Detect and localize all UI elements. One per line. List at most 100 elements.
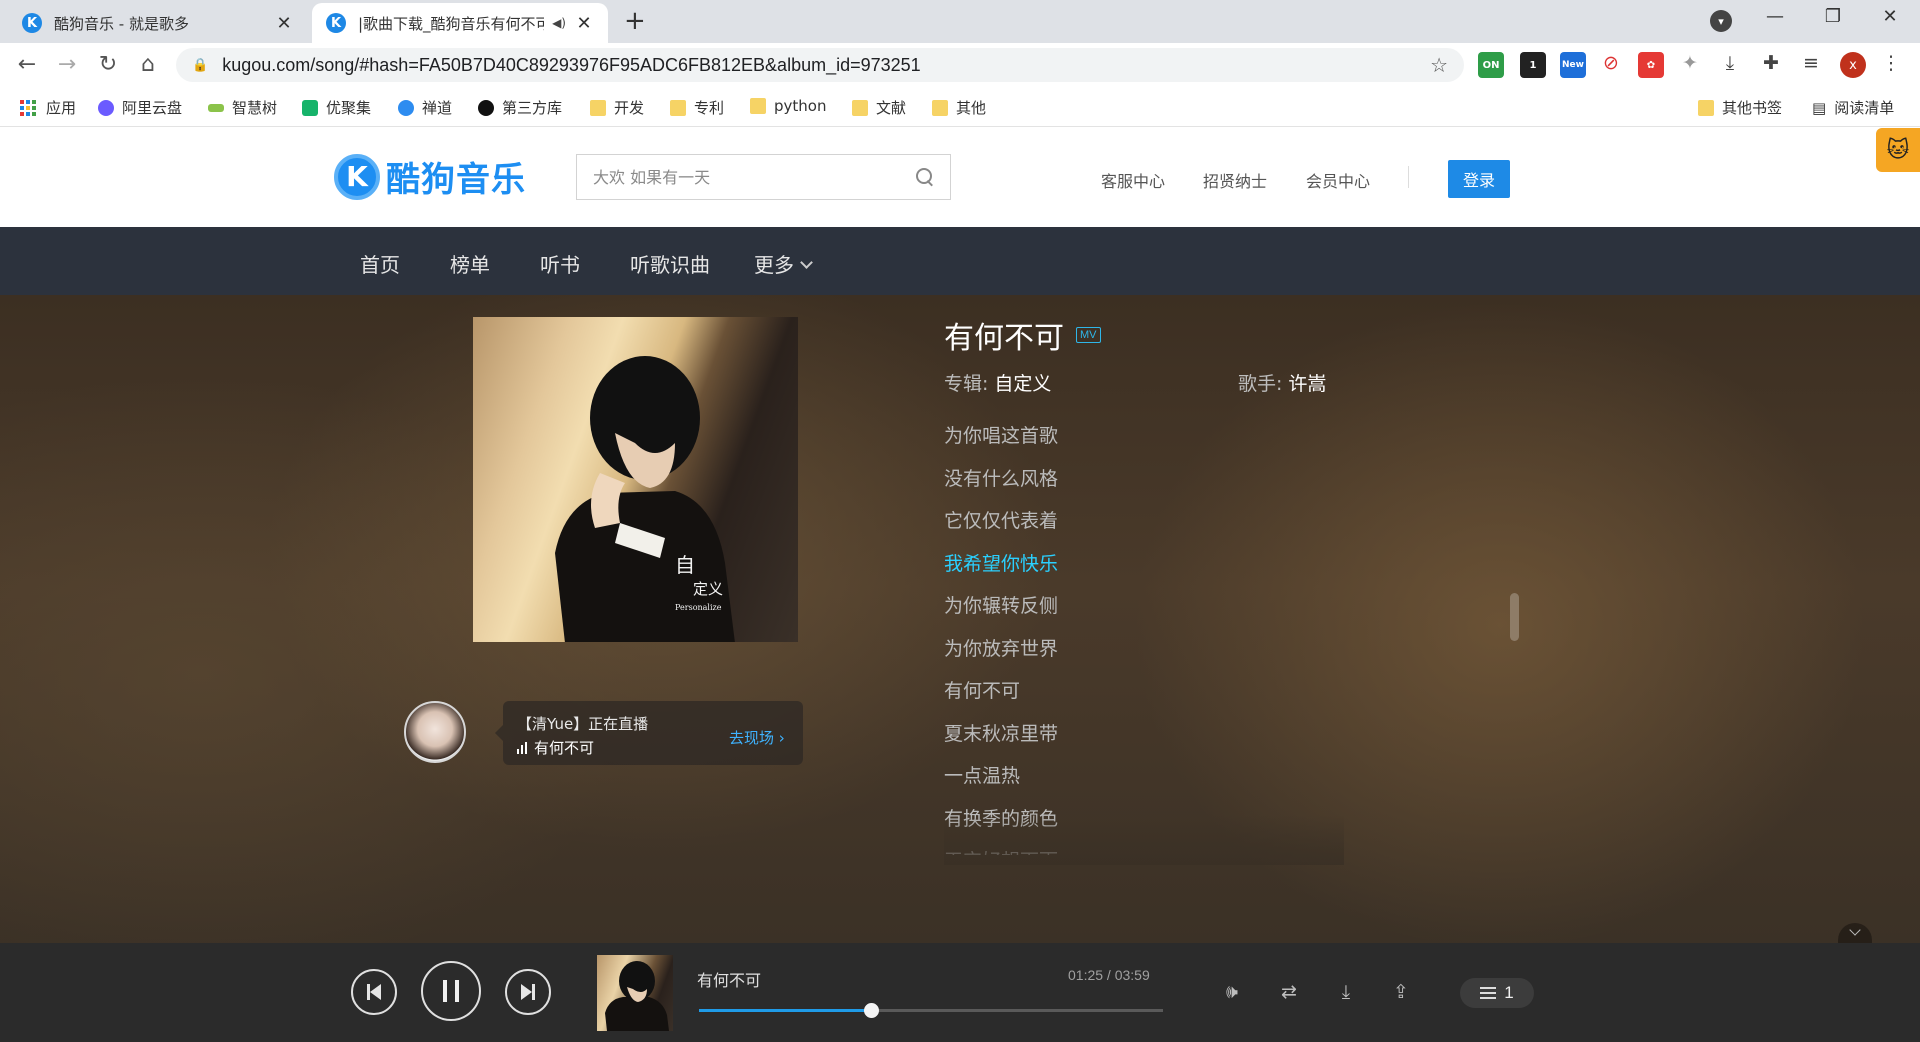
previous-button[interactable] xyxy=(351,969,397,1015)
lyric-line: 一点温热 xyxy=(944,765,1021,787)
speaker-icon[interactable]: ◀) xyxy=(552,16,566,30)
search-input[interactable] xyxy=(593,167,916,187)
mini-album-cover[interactable] xyxy=(597,955,673,1031)
anchor-avatar[interactable] xyxy=(404,701,466,763)
bookmark-folder-other[interactable]: 其他 xyxy=(932,97,986,118)
share-icon[interactable]: ⇪ xyxy=(1388,979,1414,1005)
bookmark-label: 智慧树 xyxy=(232,99,278,117)
folder-icon xyxy=(852,99,868,116)
home-icon[interactable]: ⌂ xyxy=(133,51,163,79)
forward-icon[interactable]: → xyxy=(52,51,82,79)
mv-icon[interactable]: MV xyxy=(1076,327,1101,343)
extension-badge-icon[interactable]: 1 xyxy=(1520,52,1546,78)
extension-on-icon[interactable]: ON xyxy=(1478,52,1504,78)
live-card[interactable]: 【清Yue】正在直播 有何不可 去现场 › xyxy=(495,701,803,765)
bookmark-other-bookmarks[interactable]: 其他书签 xyxy=(1698,97,1782,118)
play-time: 01:25 / 03:59 xyxy=(1068,967,1150,983)
lyric-line: 它仅仅代表着 xyxy=(944,510,1059,532)
bookmark-youjuji[interactable]: 优聚集 xyxy=(302,97,371,118)
login-button[interactable]: 登录 xyxy=(1448,160,1510,198)
bookmark-label: 阅读清单 xyxy=(1834,99,1895,117)
extension-new-icon[interactable]: New xyxy=(1560,52,1586,78)
search-icon[interactable] xyxy=(916,168,934,186)
download-icon[interactable]: ⤓ xyxy=(1717,52,1743,74)
album-link[interactable]: 自定义 xyxy=(994,373,1051,395)
lyrics-panel[interactable]: 为你唱这首歌 没有什么风格 它仅仅代表着 我希望你快乐 为你辗转反侧 为你放弃世界 有何不可… xyxy=(944,415,1344,855)
nav-home[interactable]: 首页 xyxy=(360,249,400,278)
menu-kebab-icon[interactable]: ⋮ xyxy=(1878,52,1904,74)
tab-song-page[interactable]: K |歌曲下载_酷狗音乐有何不可 ◀) ✕ xyxy=(312,3,608,43)
live-song-title: 有何不可 xyxy=(534,739,595,757)
lyrics-scrollbar[interactable] xyxy=(1510,593,1519,641)
bookmark-label: 文献 xyxy=(876,99,907,117)
progress-knob[interactable] xyxy=(863,1003,879,1018)
kugou-logo[interactable]: K 酷狗音乐 xyxy=(334,152,526,201)
nav-charts[interactable]: 榜单 xyxy=(450,249,490,278)
bookmark-label: 应用 xyxy=(46,99,77,117)
bookmark-third-party[interactable]: 第三方库 xyxy=(478,97,562,118)
restore-icon[interactable]: ❐ xyxy=(1813,6,1853,27)
singer-link[interactable]: 许嵩 xyxy=(1288,373,1326,395)
url-text[interactable]: kugou.com/song/#hash=FA50B7D40C89293976F… xyxy=(222,55,1430,76)
back-icon[interactable]: ← xyxy=(12,51,42,79)
reload-icon[interactable]: ↻ xyxy=(93,51,123,79)
close-icon[interactable]: ✕ xyxy=(274,13,294,34)
nav-song-recognition[interactable]: 听歌识曲 xyxy=(630,249,710,278)
cover-text-3: Personalize xyxy=(675,603,722,612)
nav-audiobooks[interactable]: 听书 xyxy=(540,249,580,278)
link-customer-service[interactable]: 客服中心 xyxy=(1101,168,1165,192)
go-to-live-link[interactable]: 去现场 › xyxy=(729,727,785,748)
bookmark-reading-list[interactable]: ▤ 阅读清单 xyxy=(1812,97,1894,118)
playlist-button[interactable]: 1 xyxy=(1460,978,1534,1008)
bookmark-folder-patent[interactable]: 专利 xyxy=(670,97,724,118)
zhihuishu-icon xyxy=(208,103,224,112)
playlist-count: 1 xyxy=(1504,983,1514,1002)
new-tab-button[interactable]: + xyxy=(624,8,646,34)
progress-bar[interactable] xyxy=(699,1003,1163,1018)
tab-kugou-home[interactable]: K 酷狗音乐 - 就是歌多 ✕ xyxy=(8,3,308,43)
extension-gray-icon[interactable]: ✦ xyxy=(1677,52,1703,74)
collapse-button[interactable] xyxy=(1838,923,1872,943)
nav-more[interactable]: 更多 xyxy=(754,249,813,278)
puzzle-icon[interactable]: ✚ xyxy=(1758,52,1784,74)
close-icon[interactable]: ✕ xyxy=(574,13,594,34)
download-icon[interactable]: ⤓ xyxy=(1333,979,1359,1005)
profile-avatar[interactable]: x xyxy=(1840,52,1866,78)
folder-icon xyxy=(750,98,766,114)
cat-extension-icon[interactable]: 🐱 xyxy=(1876,128,1920,172)
extension-red-icon[interactable]: ✿ xyxy=(1638,52,1664,78)
bookmark-zhihuishu[interactable]: 智慧树 xyxy=(208,97,277,118)
bookmark-chandao[interactable]: 禅道 xyxy=(398,97,452,118)
tab-search-icon[interactable]: ▾ xyxy=(1710,10,1732,32)
play-bar: 有何不可 01:25 / 03:59 🕪 ⇄ ⤓ ⇪ 1 xyxy=(0,943,1920,1042)
repeat-icon[interactable]: ⇄ xyxy=(1276,979,1302,1005)
extension-block-icon[interactable]: ⊘ xyxy=(1598,52,1624,74)
link-vip-center[interactable]: 会员中心 xyxy=(1306,168,1370,192)
bookmark-star-icon[interactable]: ☆ xyxy=(1430,53,1448,77)
lyric-line: 为你放弃世界 xyxy=(944,637,1059,660)
cover-caption: 自 定义 Personalize xyxy=(675,549,723,612)
header-divider xyxy=(1408,166,1409,188)
bookmark-folder-python[interactable]: python xyxy=(750,97,826,115)
album-cover: 自 定义 Personalize xyxy=(473,317,798,642)
bookmark-folder-dev[interactable]: 开发 xyxy=(590,97,644,118)
pause-button[interactable] xyxy=(421,961,481,1021)
bookmark-label: 优聚集 xyxy=(326,99,372,117)
volume-icon[interactable]: 🕪 xyxy=(1219,979,1245,1005)
bookmark-label: 其他 xyxy=(956,99,987,117)
window-close-icon[interactable]: ✕ xyxy=(1870,6,1910,27)
bookmark-folder-papers[interactable]: 文献 xyxy=(852,97,906,118)
previous-icon xyxy=(367,984,381,1000)
next-button[interactable] xyxy=(505,969,551,1015)
kugou-favicon-icon: K xyxy=(22,13,42,33)
live-song: 有何不可 xyxy=(517,737,594,758)
link-careers[interactable]: 招贤纳士 xyxy=(1203,168,1267,192)
bookmark-apps[interactable]: 应用 xyxy=(20,97,76,118)
media-control-icon[interactable]: ≡ xyxy=(1798,52,1824,74)
bookmark-aliyun[interactable]: 阿里云盘 xyxy=(98,97,182,118)
url-field[interactable]: 🔒 kugou.com/song/#hash=FA50B7D40C8929397… xyxy=(176,48,1464,82)
minimize-icon[interactable]: — xyxy=(1755,6,1795,27)
lock-icon[interactable]: 🔒 xyxy=(192,58,208,73)
apps-grid-icon xyxy=(20,99,36,116)
live-status-text: 【清Yue】正在直播 xyxy=(517,715,649,733)
